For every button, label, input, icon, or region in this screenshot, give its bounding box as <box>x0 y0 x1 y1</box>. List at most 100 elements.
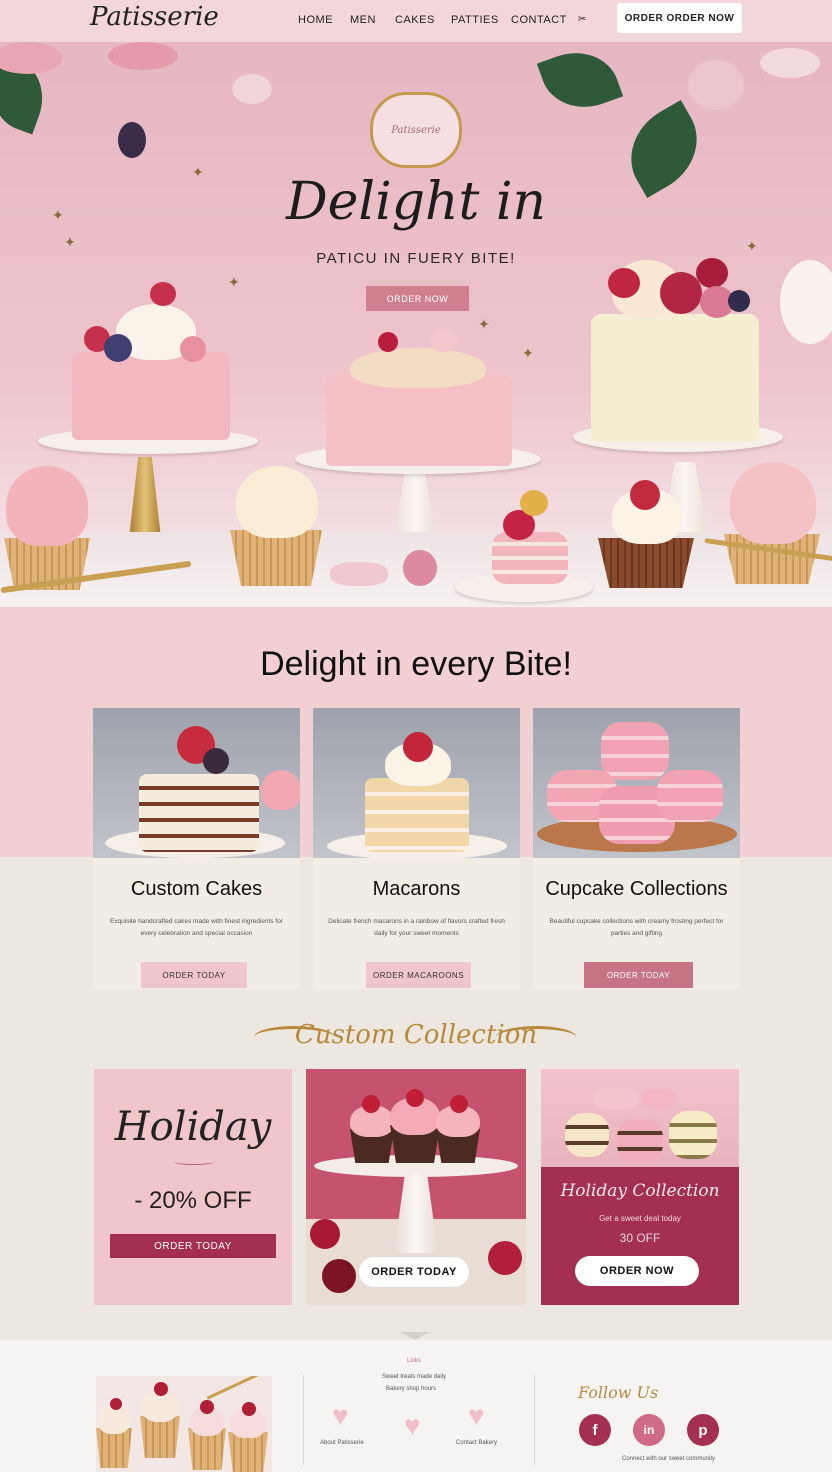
holiday-collection-card: Holiday Collection Get a sweet deal toda… <box>541 1069 739 1305</box>
sponge-cake <box>365 778 469 852</box>
strawberry <box>630 480 660 510</box>
gold-ribbon <box>206 1376 272 1400</box>
blueberry <box>104 334 132 362</box>
discount-text: - 20% OFF <box>134 1187 252 1214</box>
cupcake-collections-card: Cupcake Collections Beautiful cupcake co… <box>533 858 740 990</box>
macaron-stack <box>492 532 568 584</box>
nav-link-men[interactable]: MEN <box>350 14 376 26</box>
product-title: Cupcake Collections <box>545 878 728 900</box>
footer-links-label: Links <box>407 1358 422 1364</box>
blackberry <box>203 748 229 774</box>
star-decoration: ✦ <box>228 274 240 290</box>
cupcake-stand-card: ORDER TODAY <box>306 1069 526 1305</box>
fruit-topping <box>520 490 548 516</box>
macaron <box>565 1113 609 1157</box>
macaron <box>657 770 723 822</box>
strawberry <box>450 1095 468 1113</box>
ornament-flourish <box>174 1159 214 1165</box>
nav-link-home[interactable]: HOME <box>298 14 333 26</box>
cupcake <box>230 530 322 586</box>
custom-cakes-image[interactable] <box>93 708 300 858</box>
order-today-pill-button[interactable]: ORDER TODAY <box>359 1257 469 1287</box>
heart-icon: ♥ <box>404 1410 421 1441</box>
nav-link-patties[interactable]: PATTIES <box>451 14 499 26</box>
product-description: Beautiful cupcake collections with cream… <box>549 918 724 937</box>
macaron <box>593 1089 639 1109</box>
follow-us-title: Follow Us <box>578 1383 659 1402</box>
product-title: Custom Cakes <box>130 878 263 900</box>
cupcake-frosting <box>6 466 88 546</box>
holiday-collection-discount: 30 OFF <box>619 1231 661 1245</box>
raspberry <box>696 258 728 288</box>
order-now-pill-button[interactable]: ORDER NOW <box>575 1256 699 1286</box>
pink-cake <box>72 352 230 440</box>
strawberry <box>362 1095 380 1113</box>
footer-cupcakes-image <box>96 1376 272 1472</box>
macarons-image[interactable] <box>313 708 520 858</box>
cupcake <box>598 538 694 588</box>
facebook-icon[interactable]: f <box>579 1414 611 1446</box>
tulip-decoration <box>118 122 146 158</box>
hero-order-button[interactable]: ORDER NOW <box>366 286 469 311</box>
order-custom-cakes-button[interactable]: ORDER TODAY <box>141 962 247 988</box>
macaron-piece <box>180 336 206 362</box>
heart-icon: ♥ <box>332 1400 349 1431</box>
cream-cake <box>591 314 759 442</box>
star-decoration: ✦ <box>522 345 534 361</box>
nav-menu-icon[interactable]: ✂ <box>578 14 587 25</box>
footer-text: Sweet treats made daily <box>382 1374 447 1380</box>
hero-title: Delight in <box>285 172 547 232</box>
holiday-discount-card: Holiday - 20% OFF ORDER TODAY <box>94 1069 292 1305</box>
macaron-shell <box>330 562 388 586</box>
macaron-stack <box>601 722 669 780</box>
holiday-title: Holiday <box>114 1104 272 1150</box>
leaf-decoration <box>536 42 624 121</box>
macaron-photo <box>541 1069 739 1167</box>
pinterest-icon[interactable]: p <box>687 1414 719 1446</box>
footer-link[interactable]: About Patisserie <box>320 1440 364 1446</box>
product-description: Delicate french macarons in a rainbow of… <box>328 918 505 937</box>
star-decoration: ✦ <box>478 316 490 332</box>
footer-divider <box>303 1375 304 1465</box>
strawberry <box>406 1089 424 1107</box>
patisserie-badge: Patisserie <box>370 92 462 168</box>
holiday-collection-subtitle: Get a sweet deal today <box>599 1214 681 1223</box>
holiday-collection-title: Holiday Collection <box>560 1181 720 1201</box>
rose-decoration <box>108 42 178 70</box>
footer-divider <box>534 1375 535 1465</box>
order-now-button[interactable]: ORDER ORDER NOW <box>617 3 742 33</box>
blueberry <box>728 290 750 312</box>
strawberry <box>150 282 176 306</box>
raspberry <box>660 272 702 314</box>
star-decoration: ✦ <box>64 234 76 250</box>
berries <box>322 1259 356 1293</box>
footer-text: Bakery shop hours <box>386 1386 437 1392</box>
product-title: Macarons <box>372 878 461 900</box>
raspberry <box>608 268 640 298</box>
instagram-icon[interactable]: in <box>633 1414 665 1446</box>
section-title: Delight in every Bite! <box>260 645 572 683</box>
peony-decoration <box>780 260 832 344</box>
order-cupcakes-button[interactable]: ORDER TODAY <box>584 962 693 988</box>
brand-logo[interactable]: Patisserie <box>90 2 219 32</box>
cream-swirls <box>350 348 486 388</box>
collection-title: Custom Collection <box>294 1020 538 1050</box>
rose-decoration <box>0 42 62 74</box>
macaron <box>617 1119 663 1163</box>
rose-decoration <box>760 48 820 78</box>
stand-stem <box>394 1173 438 1253</box>
berries <box>310 1219 340 1249</box>
nav-link-cakes[interactable]: CAKES <box>395 14 435 26</box>
footer-link[interactable]: Contact Bakery <box>456 1440 497 1446</box>
cupcake-frosting <box>730 462 816 544</box>
order-today-button[interactable]: ORDER TODAY <box>110 1234 276 1258</box>
rose-decoration <box>430 330 458 352</box>
raspberry <box>403 550 437 586</box>
custom-cakes-card: Custom Cakes Exquisite handcrafted cakes… <box>93 858 300 990</box>
cupcake-collections-image[interactable] <box>533 708 740 858</box>
top-nav: Patisserie HOME MEN CAKES PATTIES CONTAC… <box>0 0 832 42</box>
order-macarons-button[interactable]: ORDER MACAROONS <box>366 962 471 988</box>
heart-icon: ♥ <box>468 1400 485 1431</box>
cupcake-frosting <box>236 466 318 538</box>
nav-link-contact[interactable]: CONTACT <box>511 14 567 26</box>
